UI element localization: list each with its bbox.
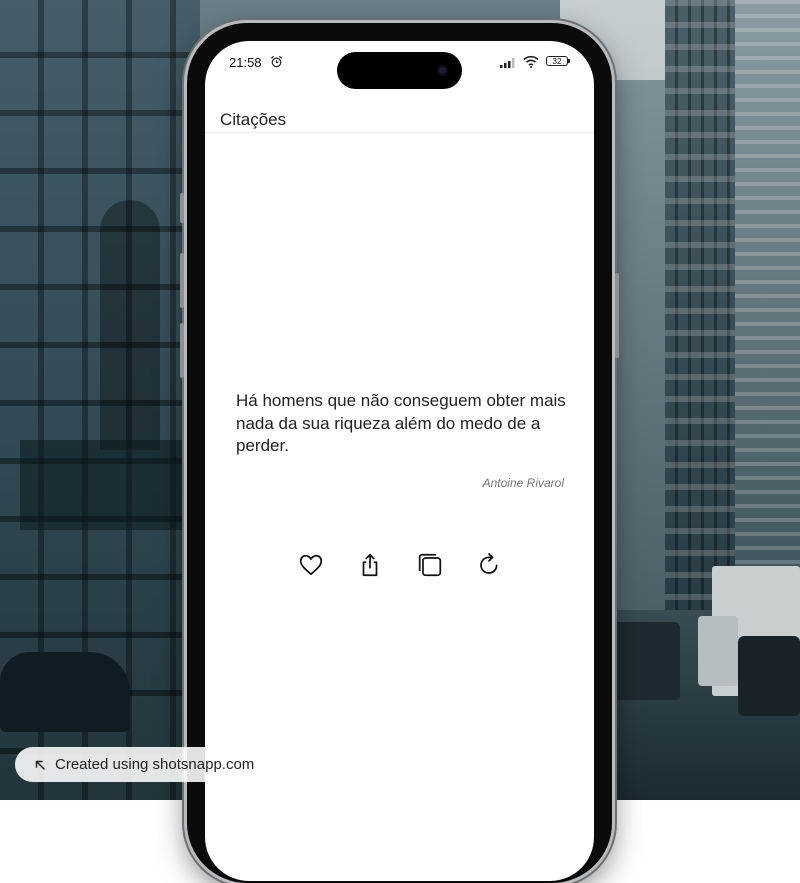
- right-building: [665, 0, 740, 620]
- wifi-icon: [523, 55, 539, 68]
- quote-text: Há homens que não conseguem obter mais n…: [236, 391, 566, 455]
- share-icon: [362, 553, 378, 577]
- action-bar: [205, 552, 594, 578]
- watermark-text: Created using shotsnapp.com: [55, 756, 255, 773]
- signal-icon: [500, 58, 515, 68]
- refresh-icon: [480, 553, 498, 574]
- battery-level: 32: [552, 57, 562, 66]
- app-bar: Citações: [205, 86, 594, 133]
- status-time: 21:58: [229, 55, 262, 70]
- page-title: Citações: [220, 110, 287, 129]
- car: [612, 622, 680, 700]
- alarm-icon: [271, 55, 282, 68]
- car: [0, 652, 130, 732]
- quote-author: Antoine Rivarol: [482, 476, 564, 490]
- front-camera: [437, 65, 448, 76]
- arrow-up-left-icon: [35, 760, 45, 770]
- dynamic-island: [337, 52, 462, 89]
- action-button: [180, 193, 184, 223]
- distant-building: [615, 80, 665, 620]
- right-building-far: [735, 0, 800, 600]
- refresh-button[interactable]: [476, 552, 502, 578]
- battery-icon: 32: [546, 56, 570, 66]
- share-button[interactable]: [357, 552, 383, 578]
- copy-button[interactable]: [417, 552, 443, 578]
- copy-icon: [418, 553, 442, 577]
- favorite-button[interactable]: [298, 552, 324, 578]
- heart-icon: [299, 554, 323, 576]
- watermark-link[interactable]: Created using shotsnapp.com: [15, 747, 285, 782]
- volume-down-button: [180, 323, 184, 378]
- power-button: [615, 273, 619, 358]
- car: [738, 636, 800, 716]
- volume-up-button: [180, 253, 184, 308]
